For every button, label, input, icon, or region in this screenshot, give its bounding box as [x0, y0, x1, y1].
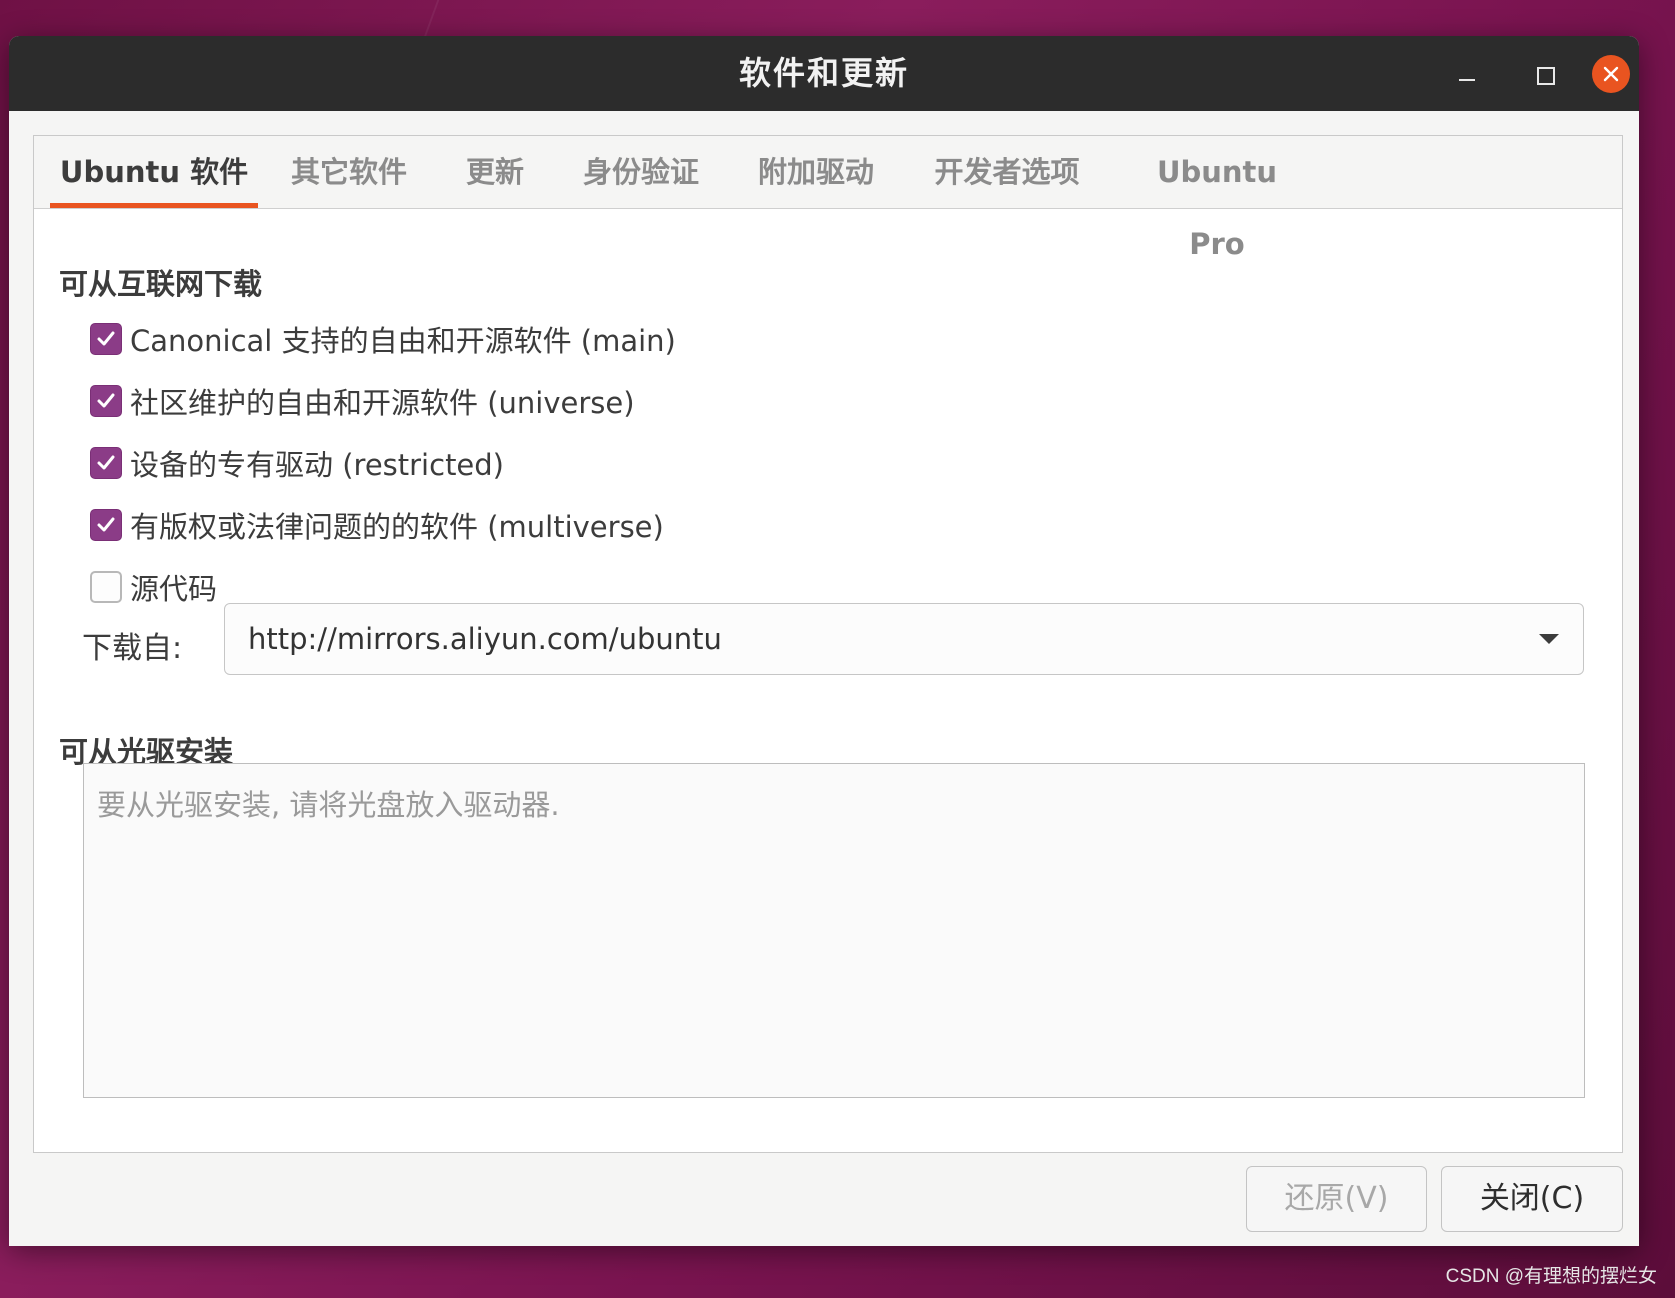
tab-ubuntu-pro[interactable]: Ubuntu Pro: [1134, 136, 1300, 261]
tab-authentication[interactable]: 身份验证: [577, 136, 705, 208]
option-main[interactable]: Canonical 支持的自由和开源软件 (main): [90, 319, 676, 359]
tab-bar: Ubuntu 软件 其它软件 更新 身份验证 附加驱动 开发者选项 Ubuntu…: [34, 136, 1622, 261]
option-label: 设备的专有驱动 (restricted): [130, 448, 504, 482]
option-universe[interactable]: 社区维护的自由和开源软件 (universe): [90, 381, 635, 421]
maximize-button[interactable]: [1526, 56, 1562, 92]
internet-section-heading: 可从互联网下载: [59, 267, 263, 301]
title-bar[interactable]: 软件和更新: [9, 36, 1639, 111]
minimize-button[interactable]: [1449, 56, 1485, 92]
software-updates-window: 软件和更新 Ubuntu 软件 其它软件 更新 身份验证 附加驱动 开发者选项 …: [9, 36, 1639, 1246]
cdrom-list[interactable]: 要从光驱安装, 请将光盘放入驱动器.: [83, 763, 1585, 1098]
option-label: 社区维护的自由和开源软件 (universe): [130, 386, 635, 420]
tab-notebook: Ubuntu 软件 其它软件 更新 身份验证 附加驱动 开发者选项 Ubuntu…: [33, 135, 1623, 1153]
revert-button[interactable]: 还原(V): [1246, 1166, 1427, 1232]
option-label: 源代码: [130, 572, 218, 606]
tab-ubuntu-software[interactable]: Ubuntu 软件: [50, 136, 258, 208]
download-from-label: 下载自:: [82, 631, 183, 666]
checkbox-source-code[interactable]: [90, 571, 122, 603]
checkbox-multiverse[interactable]: [90, 509, 122, 541]
option-label: Canonical 支持的自由和开源软件 (main): [130, 324, 676, 358]
option-label: 有版权或法律问题的的软件 (multiverse): [130, 510, 664, 544]
download-server-combo[interactable]: http://mirrors.aliyun.com/ubuntu: [224, 603, 1584, 675]
checkbox-main[interactable]: [90, 323, 122, 355]
watermark: CSDN @有理想的摆烂女: [1445, 1266, 1657, 1287]
tab-other-software[interactable]: 其它软件: [286, 136, 412, 208]
download-server-value: http://mirrors.aliyun.com/ubuntu: [248, 622, 722, 656]
checkbox-restricted[interactable]: [90, 447, 122, 479]
tab-additional-drivers[interactable]: 附加驱动: [752, 136, 880, 208]
checkmark-icon: [97, 517, 115, 532]
option-restricted[interactable]: 设备的专有驱动 (restricted): [90, 443, 504, 483]
window-close-button[interactable]: [1592, 55, 1630, 93]
option-multiverse[interactable]: 有版权或法律问题的的软件 (multiverse): [90, 505, 664, 545]
close-icon: [1603, 66, 1619, 82]
checkmark-icon: [97, 331, 115, 346]
tab-developer-options[interactable]: 开发者选项: [927, 136, 1087, 208]
option-source-code[interactable]: 源代码: [90, 567, 217, 607]
window-title: 软件和更新: [738, 54, 909, 92]
dropdown-arrow-icon: [1539, 634, 1559, 644]
checkbox-universe[interactable]: [90, 385, 122, 417]
checkmark-icon: [97, 455, 115, 470]
cdrom-placeholder: 要从光驱安装, 请将光盘放入驱动器.: [97, 788, 560, 822]
checkmark-icon: [97, 393, 115, 408]
close-button[interactable]: 关闭(C): [1441, 1166, 1623, 1232]
tab-updates[interactable]: 更新: [459, 136, 531, 208]
